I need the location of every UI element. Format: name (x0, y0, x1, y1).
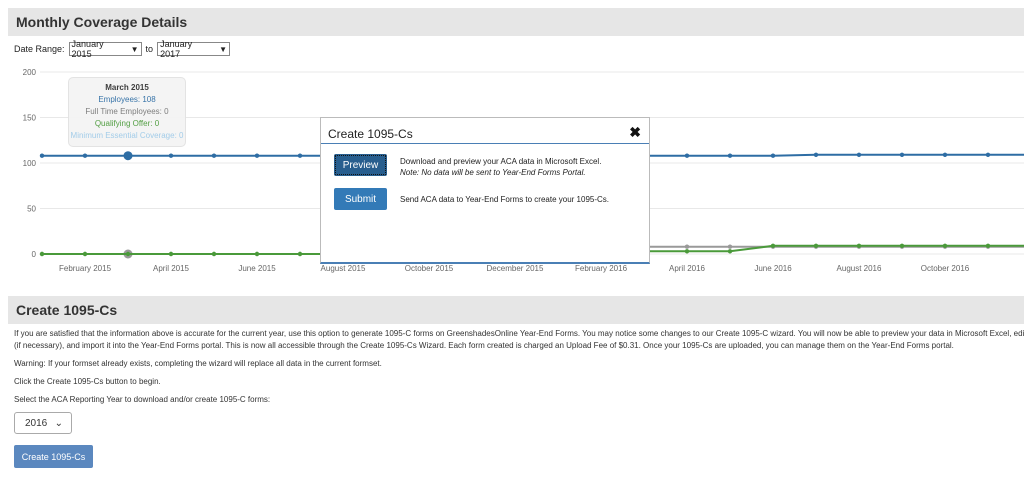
date-range-label: Date Range: (14, 44, 65, 54)
modal-title: Create 1095-Cs (328, 127, 413, 141)
submit-button-label: Submit (344, 193, 377, 205)
data-point (82, 153, 88, 158)
y-tick-label: 100 (23, 159, 37, 168)
close-icon[interactable]: ✖ (629, 124, 641, 141)
data-point (297, 153, 303, 158)
preview-note: Note: No data will be sent to Year-End F… (400, 168, 586, 177)
x-tick-label: April 2015 (153, 264, 190, 273)
tooltip-full-time: Full Time Employees: 0 (85, 107, 169, 116)
create-title: Create 1095-Cs (16, 302, 118, 318)
chevron-down-icon: ⌄ (54, 417, 63, 429)
data-point (211, 153, 217, 158)
data-point (684, 244, 690, 249)
y-tick-label: 50 (27, 205, 36, 214)
data-point (297, 251, 303, 257)
data-point (985, 152, 991, 158)
data-point (39, 251, 45, 257)
reporting-year-value: 2016 (25, 417, 48, 429)
y-tick-label: 150 (23, 114, 37, 123)
x-tick-label: December 2015 (487, 264, 544, 273)
chevron-down-icon: ▼ (219, 44, 228, 54)
data-point (942, 243, 948, 249)
data-point (123, 151, 133, 161)
preview-text: Download and preview your ACA data in Mi… (400, 157, 602, 166)
warning-text: Warning: If your formset already exists,… (14, 359, 382, 368)
description-paragraph: If you are satisfied that the informatio… (14, 328, 1024, 352)
submit-button[interactable]: Submit (334, 188, 387, 210)
date-range-to-label: to (145, 44, 154, 54)
coverage-title: Monthly Coverage Details (16, 14, 188, 30)
data-point (727, 244, 733, 249)
year-select-label: Select the ACA Reporting Year to downloa… (14, 395, 271, 404)
reporting-year-select[interactable]: 2016 ⌄ (14, 412, 72, 434)
create-description: If you are satisfied that the informatio… (14, 328, 1024, 412)
description-line-1: If you are satisfied that the informatio… (14, 329, 1024, 338)
preview-description: Download and preview your ACA data in Mi… (400, 156, 601, 178)
data-point (125, 251, 131, 257)
chart-tooltip: March 2015 Employees: 108 Full Time Empl… (68, 77, 186, 147)
x-tick-label: August 2016 (837, 264, 882, 273)
x-tick-label: October 2015 (405, 264, 454, 273)
date-range-from-value: January 2015 (71, 39, 104, 59)
data-point (942, 152, 948, 158)
data-point (168, 251, 174, 257)
data-point (684, 249, 690, 254)
submit-text: Send ACA data to Year-End Forms to creat… (400, 195, 610, 204)
tooltip-employees: Employees: 108 (98, 95, 156, 104)
data-point (39, 153, 45, 158)
data-point (770, 243, 776, 249)
data-point (254, 153, 260, 158)
x-tick-label: October 2016 (921, 264, 970, 273)
data-point (770, 153, 776, 158)
preview-button[interactable]: Preview (334, 154, 387, 176)
data-point (813, 243, 819, 249)
tooltip-title: March 2015 (105, 83, 149, 92)
date-range-to-select[interactable]: January 2017 ▼ (157, 39, 231, 59)
data-point (899, 243, 905, 249)
create-panel-header: Create 1095-Cs (8, 296, 1024, 324)
preview-button-label: Preview (342, 159, 379, 171)
x-tick-label: April 2016 (669, 264, 706, 273)
date-range-to-value: January 2017 (160, 39, 193, 59)
date-range-row: Date Range: January 2015 ▼ to January 20… (14, 39, 231, 59)
data-point (856, 243, 862, 249)
x-tick-label: August 2015 (321, 264, 366, 273)
tooltip-qualifying: Qualifying Offer: 0 (94, 119, 160, 128)
create-1095c-button-label: Create 1095-Cs (21, 451, 86, 462)
data-point (899, 152, 905, 158)
description-line-2: (if necessary), and import it into the Y… (14, 341, 954, 350)
data-point (684, 153, 690, 158)
data-point (211, 251, 217, 257)
modal-divider (321, 143, 649, 144)
create-1095c-modal: Create 1095-Cs ✖ Preview Download and pr… (320, 117, 650, 264)
data-point (82, 251, 88, 257)
data-point (813, 152, 819, 158)
data-point (985, 243, 991, 249)
data-point (168, 153, 174, 158)
data-point (727, 153, 733, 158)
y-tick-label: 0 (32, 250, 37, 259)
data-point (727, 249, 733, 254)
y-tick-label: 200 (23, 68, 37, 77)
click-instruction: Click the Create 1095-Cs button to begin… (14, 377, 161, 386)
x-tick-label: June 2015 (238, 264, 276, 273)
date-range-from-select[interactable]: January 2015 ▼ (68, 39, 142, 59)
create-1095c-button[interactable]: Create 1095-Cs (14, 445, 93, 468)
data-point (856, 152, 862, 158)
tooltip-mec: Minimum Essential Coverage: 0 (70, 131, 184, 140)
x-tick-label: February 2015 (59, 264, 112, 273)
data-point (254, 251, 260, 257)
chevron-down-icon: ▼ (130, 44, 139, 54)
coverage-panel-header: Monthly Coverage Details (8, 8, 1024, 36)
x-tick-label: June 2016 (754, 264, 792, 273)
x-tick-label: February 2016 (575, 264, 628, 273)
